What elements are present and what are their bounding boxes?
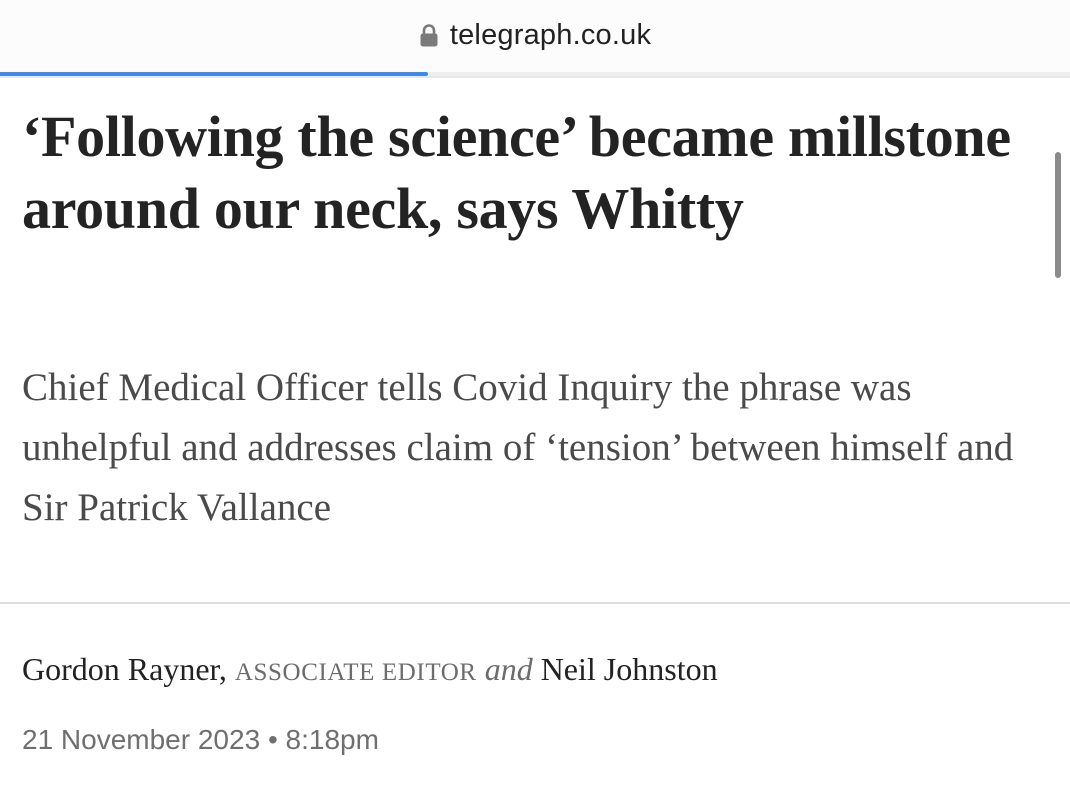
byline-conjunction: and — [484, 651, 533, 687]
byline: Gordon Rayner, ASSOCIATE EDITOR and Neil… — [22, 647, 718, 695]
scrollbar-thumb[interactable] — [1055, 152, 1061, 278]
author-role: ASSOCIATE EDITOR — [234, 659, 477, 686]
article-headline: ‘Following the science’ became millstone… — [22, 104, 1011, 241]
url-text: telegraph.co.uk — [449, 18, 652, 51]
lock-icon — [419, 23, 439, 48]
browser-address-bar[interactable]: telegraph.co.uk — [0, 0, 1070, 72]
toolbar-divider — [0, 76, 1070, 78]
url-display[interactable]: telegraph.co.uk — [0, 15, 1070, 55]
publish-time: 8:18pm — [285, 724, 379, 755]
byline-comma: , — [218, 651, 227, 687]
publish-date: 21 November 2023 — [22, 724, 261, 755]
author-name-link[interactable]: Gordon Rayner — [22, 651, 219, 687]
author-name-link[interactable]: Neil Johnston — [541, 651, 718, 687]
section-divider — [0, 602, 1070, 604]
date-separator: • — [267, 724, 278, 755]
publish-dateline: 21 November 2023 • 8:18pm — [22, 720, 379, 760]
article-standfirst: Chief Medical Officer tells Covid Inquir… — [22, 366, 1014, 529]
